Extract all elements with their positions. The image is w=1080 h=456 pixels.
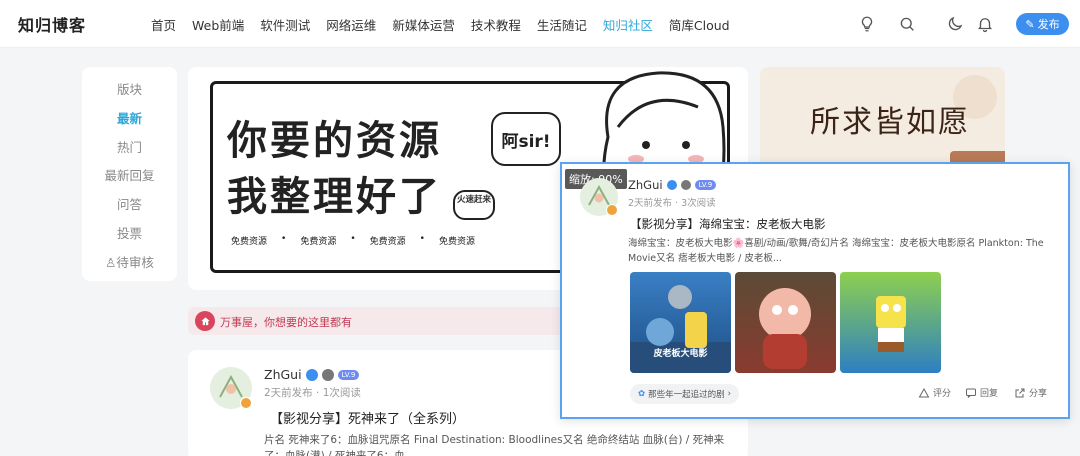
popup-author-row: ZhGui LV.9 [628, 178, 717, 192]
popup-level-badge-icon [606, 204, 618, 216]
share-label: 分享 [1029, 389, 1048, 399]
rate-label: 评分 [933, 389, 952, 399]
topic-chip[interactable]: ✿ 那些年一起追过的剧 › [630, 384, 740, 404]
main-nav: 首页 Web前端 软件测试 网络运维 新媒体运营 技术教程 生活随记 知归社区 … [151, 0, 730, 48]
top-header: 知归博客 首页 Web前端 软件测试 网络运维 新媒体运营 技术教程 生活随记 … [0, 0, 1080, 48]
share-icon [1015, 388, 1025, 397]
nav-item-cloud[interactable]: 简库Cloud [669, 15, 730, 34]
filter-vote[interactable]: 投票 [82, 223, 177, 242]
popup-post-excerpt: 海绵宝宝：皮老板大电影🌸喜剧/动画/歌舞/奇幻片名 海绵宝宝：皮老板大电影原名 … [628, 238, 1044, 264]
reply-label: 回复 [980, 389, 999, 399]
triangle-icon [918, 387, 930, 397]
pencil-icon: ✎ [1025, 17, 1035, 31]
popup-level-tag: LV.9 [694, 180, 717, 190]
reply-button[interactable]: 回复 [965, 386, 998, 399]
filter-latest-reply[interactable]: 最新回复 [82, 165, 177, 184]
lightbulb-icon[interactable] [858, 15, 876, 33]
filter-pending[interactable]: ♙待审核 [82, 252, 177, 271]
nav-item-network-ops[interactable]: 网络运维 [326, 15, 376, 34]
post-excerpt: 片名 死神来了6：血脉诅咒原名 Final Destination: Blood… [264, 434, 725, 456]
user-icon: ♙ [105, 255, 117, 270]
search-icon[interactable] [898, 15, 916, 33]
level-tag: LV.9 [337, 369, 360, 380]
moon-icon[interactable] [946, 15, 964, 33]
banner-headline-1: 你要的资源 [227, 118, 442, 164]
comment-icon [966, 388, 976, 398]
promo-title: 所求皆如愿 [810, 105, 970, 140]
thumbnail-2[interactable] [735, 272, 836, 373]
rate-button[interactable]: 评分 [918, 386, 951, 399]
banner-tags: 免费资源 • 免费资源 • 免费资源 • 免费资源 [231, 234, 475, 247]
thumbnail-1[interactable]: 皮老板大电影 [630, 272, 731, 373]
nav-item-tutorials[interactable]: 技术教程 [471, 15, 521, 34]
speech-bubble: 阿sir! [491, 112, 561, 166]
popup-verified-icon [666, 180, 677, 190]
medal-icon [321, 368, 334, 381]
verified-icon [305, 368, 318, 381]
site-logo[interactable]: 知归博客 [18, 12, 86, 36]
publish-label: 发布 [1037, 18, 1060, 31]
popup-medal-icon [680, 180, 691, 190]
thumbnail-3[interactable] [840, 272, 941, 373]
filter-section[interactable]: 版块 [82, 79, 177, 98]
topic-icon: ✿ [638, 389, 646, 399]
share-button[interactable]: 分享 [1014, 386, 1047, 399]
bell-icon[interactable] [976, 15, 994, 33]
filter-qa[interactable]: 问答 [82, 194, 177, 213]
popup-thumbnails: 皮老板大电影 [630, 272, 941, 373]
nav-item-life-notes[interactable]: 生活随记 [537, 15, 587, 34]
small-speech-bubble: 火速赶来 [453, 190, 495, 220]
notice-text: 万事屋，你想要的这里都有 [220, 316, 352, 329]
nav-item-web-frontend[interactable]: Web前端 [192, 15, 244, 34]
feed-filter-panel: 版块 最新 热门 最新回复 问答 投票 ♙待审核 [82, 67, 177, 281]
filter-latest[interactable]: 最新 [82, 108, 177, 127]
author-row: ZhGui LV.9 [264, 367, 360, 382]
popup-author-name[interactable]: ZhGui [628, 178, 663, 192]
banner-headline-2: 我整理好了 [227, 174, 442, 220]
post-title[interactable]: 【影视分享】死神来了（全系列） [270, 408, 465, 427]
topic-chip-label: 那些年一起追过的剧 [648, 390, 725, 400]
nav-item-software-testing[interactable]: 软件测试 [260, 15, 310, 34]
author-name[interactable]: ZhGui [264, 367, 302, 382]
filter-hot[interactable]: 热门 [82, 137, 177, 156]
post-meta: 2天前发布 · 1次阅读 [264, 387, 361, 399]
post-preview-popup[interactable]: 缩放: 90% ZhGui LV.9 2天前发布 · 3次阅读 【影视分享】海绵… [560, 162, 1070, 419]
publish-button[interactable]: ✎ 发布 [1016, 13, 1069, 35]
popup-meta: 2天前发布 · 3次阅读 [628, 198, 716, 209]
nav-item-community[interactable]: 知归社区 [603, 15, 653, 34]
home-icon [195, 311, 215, 331]
notice-bar[interactable]: 万事屋，你想要的这里都有 [188, 307, 568, 335]
thumbnail-1-caption: 皮老板大电影 [653, 349, 708, 359]
popup-post-title[interactable]: 【影视分享】海绵宝宝：皮老板大电影 [630, 216, 826, 232]
chevron-right-icon: › [727, 389, 732, 399]
nav-item-home[interactable]: 首页 [151, 15, 176, 34]
level-badge-icon [240, 397, 252, 409]
nav-item-new-media[interactable]: 新媒体运营 [392, 15, 455, 34]
